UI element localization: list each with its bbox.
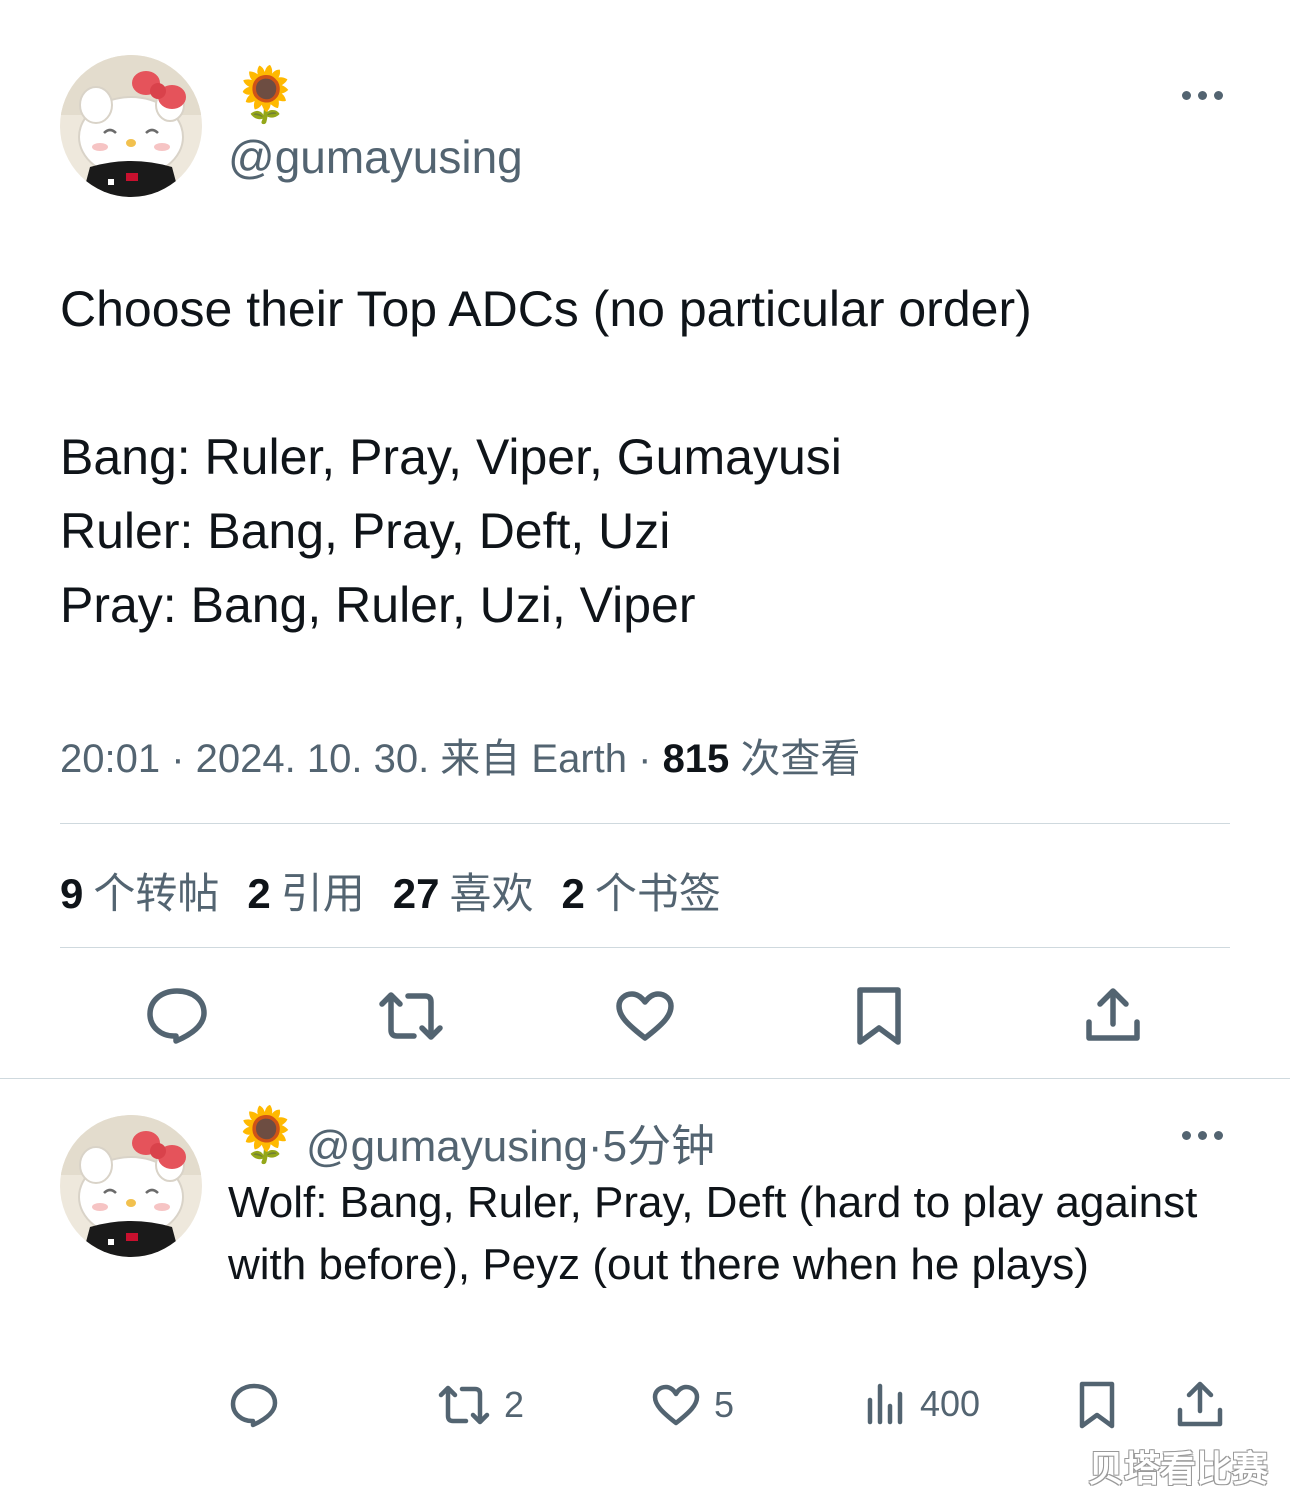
like-icon[interactable]: [615, 990, 675, 1047]
retweet-icon: [438, 1385, 490, 1425]
divider: [60, 823, 1230, 824]
tweet-meta: 20:01 · 2024. 10. 30. 来自 Earth · 815 次查看: [60, 726, 860, 784]
views-icon: [867, 1383, 903, 1425]
more-options-icon[interactable]: [1182, 91, 1223, 100]
hello-kitty-avatar-image: [60, 1115, 202, 1257]
stat-bookmarks[interactable]: 2 个书签: [561, 860, 720, 921]
watermark: 贝塔看比赛: [1088, 1448, 1269, 1489]
reply-icon[interactable]: [146, 986, 208, 1049]
stat-retweets[interactable]: 9 个转帖: [60, 860, 219, 921]
reply-reply-button[interactable]: [230, 1382, 278, 1428]
share-icon[interactable]: [1084, 986, 1142, 1049]
reply-author-handle[interactable]: @gumayusing: [306, 1122, 588, 1171]
retweet-icon[interactable]: [378, 990, 444, 1047]
reply-retweet-count: 2: [504, 1384, 525, 1425]
reply-author-emoji: 🌻: [232, 1105, 300, 1165]
divider: [0, 1078, 1290, 1079]
reply-views-button[interactable]: 400: [866, 1382, 980, 1426]
reply-bookmark-button[interactable]: [1077, 1380, 1117, 1430]
tweet-stats: 9 个转帖 2 引用 27 喜欢 2 个书签: [60, 860, 721, 921]
author-avatar[interactable]: [60, 55, 202, 197]
reply-like-button[interactable]: 5: [652, 1384, 734, 1426]
hello-kitty-avatar-image: [60, 55, 202, 197]
bookmark-icon: [1079, 1381, 1115, 1429]
reply-more-options-icon[interactable]: [1182, 1131, 1223, 1140]
reply-text: Wolf: Bang, Ruler, Pray, Deft (hard to p…: [228, 1178, 1198, 1289]
divider: [60, 947, 1230, 948]
bookmark-icon[interactable]: [854, 986, 904, 1051]
author-emoji: 🌻: [232, 65, 300, 125]
reply-header: @gumayusing·5分钟: [306, 1110, 715, 1174]
reply-like-count: 5: [714, 1384, 735, 1425]
stat-quotes[interactable]: 2 引用: [247, 860, 364, 921]
share-icon: [1177, 1381, 1223, 1427]
reply-icon: [230, 1383, 278, 1428]
tweet-text: Choose their Top ADCs (no particular ord…: [60, 281, 1032, 633]
reply-views-count: 400: [920, 1383, 981, 1424]
reply-author-avatar[interactable]: [60, 1115, 202, 1257]
like-icon: [652, 1384, 700, 1426]
stat-likes[interactable]: 27 喜欢: [393, 860, 534, 921]
views-count: 815: [662, 737, 730, 781]
reply-timestamp[interactable]: ·5分钟: [588, 1122, 715, 1171]
reply-retweet-button[interactable]: 2: [438, 1384, 524, 1426]
views-label: 次查看: [729, 737, 861, 781]
reply-share-button[interactable]: [1176, 1380, 1224, 1428]
tweet-timestamp[interactable]: 20:01 · 2024. 10. 30. 来自 Earth ·: [60, 737, 663, 781]
author-handle[interactable]: @gumayusing: [228, 130, 523, 184]
